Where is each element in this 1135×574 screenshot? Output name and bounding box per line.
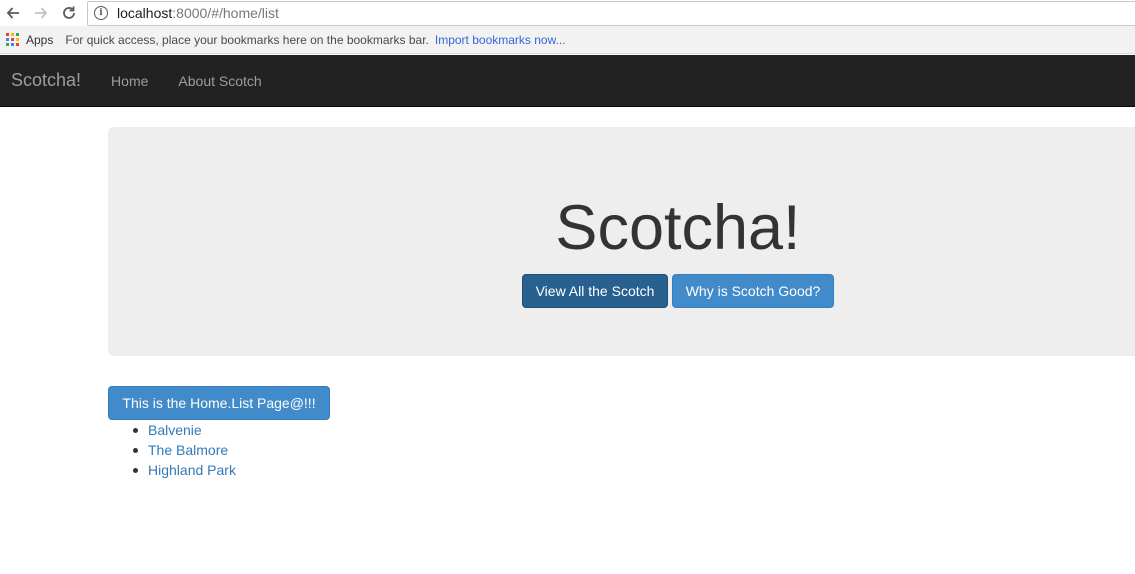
back-button[interactable] (1, 1, 25, 25)
jumbotron: Scotcha! View All the Scotch Why is Scot… (108, 127, 1135, 356)
bookmarks-hint: For quick access, place your bookmarks h… (65, 32, 429, 47)
forward-button[interactable] (29, 1, 53, 25)
home-list-button[interactable]: This is the Home.List Page@!!! (108, 386, 330, 420)
apps-grid-icon[interactable] (6, 33, 19, 46)
address-bar[interactable]: i localhost:8000/#/home/list (87, 0, 1135, 26)
url-host: localhost (117, 5, 173, 21)
list-item: Balvenie (133, 420, 236, 440)
page-title: Scotcha! (555, 193, 801, 263)
navbar-brand[interactable]: Scotcha! (11, 70, 81, 91)
why-scotch-good-button[interactable]: Why is Scotch Good? (672, 274, 834, 308)
url-text[interactable]: localhost:8000/#/home/list (117, 5, 279, 21)
scotch-link-balvenie[interactable]: Balvenie (148, 422, 202, 438)
back-arrow-icon (6, 7, 19, 19)
nav-link-about-scotch[interactable]: About Scotch (178, 73, 261, 89)
app-navbar: Scotcha! Home About Scotch (0, 55, 1135, 107)
view-all-scotch-button[interactable]: View All the Scotch (522, 274, 668, 308)
reload-button[interactable] (57, 1, 81, 25)
scotch-link-highland-park[interactable]: Highland Park (148, 462, 236, 478)
url-path: :8000/#/home/list (172, 5, 279, 21)
import-bookmarks-link[interactable]: Import bookmarks now... (435, 33, 566, 47)
scotch-list: Balvenie The Balmore Highland Park (133, 420, 236, 480)
list-item: The Balmore (133, 440, 236, 460)
nav-link-home[interactable]: Home (111, 73, 148, 89)
scotch-link-the-balmore[interactable]: The Balmore (148, 442, 228, 458)
reload-icon (63, 6, 75, 19)
apps-shortcut-label[interactable]: Apps (26, 33, 53, 47)
info-icon[interactable]: i (94, 6, 108, 20)
list-item: Highland Park (133, 460, 236, 480)
forward-arrow-icon (35, 7, 48, 19)
browser-toolbar: i localhost:8000/#/home/list (0, 0, 1135, 26)
bookmarks-bar: Apps For quick access, place your bookma… (0, 26, 1135, 54)
